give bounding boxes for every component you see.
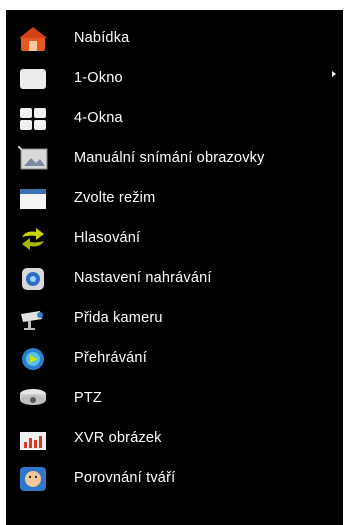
- home-icon: [18, 26, 48, 51]
- menu-item-label: 1-Okno: [74, 70, 123, 86]
- menu-item-label: Zvolte režim: [74, 190, 156, 206]
- menu-item-1-okno[interactable]: 1-Okno: [6, 58, 343, 98]
- mode-window-icon: [18, 186, 48, 210]
- menu-item-xvr-obrazek[interactable]: XVR obrázek: [6, 418, 343, 458]
- record-settings-icon: [18, 266, 48, 290]
- quad-window-icon: [18, 106, 48, 130]
- single-window-icon: [18, 66, 48, 90]
- rotation-arrows-icon: [18, 226, 48, 250]
- playback-icon: [18, 346, 48, 370]
- menu-item-manualni-snimani[interactable]: Manuální snímání obrazovky: [6, 138, 343, 178]
- face-compare-icon: [18, 466, 48, 491]
- menu-item-nabidka[interactable]: Nabídka: [6, 18, 343, 58]
- menu-item-label: Manuální snímání obrazovky: [74, 150, 265, 166]
- menu-item-label: XVR obrázek: [74, 430, 162, 446]
- menu-item-label: Přida kameru: [74, 310, 163, 326]
- menu-item-ptz[interactable]: PTZ: [6, 378, 343, 418]
- menu-item-label: Hlasování: [74, 230, 141, 246]
- menu-item-porovnani-tvari[interactable]: Porovnání tváří: [6, 458, 343, 498]
- screenshot-icon: [17, 145, 48, 170]
- menu-item-prehravani[interactable]: Přehrávání: [6, 338, 343, 378]
- context-menu: Nabídka 1-Okno 4-Okna Manuální snímání o…: [6, 10, 343, 525]
- menu-item-prida-kameru[interactable]: Přida kameru: [6, 298, 343, 338]
- menu-item-hlasovani[interactable]: Hlasování: [6, 218, 343, 258]
- ptz-camera-icon: [18, 386, 48, 410]
- menu-item-label: Nabídka: [74, 30, 130, 46]
- menu-item-zvolte-rezim[interactable]: Zvolte režim: [6, 178, 343, 218]
- menu-item-nastaveni-nahravani[interactable]: Nastavení nahrávání: [6, 258, 343, 298]
- bar-chart-icon: [18, 426, 48, 450]
- menu-item-label: Nastavení nahrávání: [74, 270, 212, 286]
- menu-item-label: 4-Okna: [74, 110, 123, 126]
- menu-item-4-okna[interactable]: 4-Okna: [6, 98, 343, 138]
- submenu-arrow-icon: [332, 71, 336, 77]
- menu-item-label: Porovnání tváří: [74, 470, 176, 486]
- camera-icon: [18, 306, 48, 330]
- menu-item-label: PTZ: [74, 390, 102, 406]
- menu-item-label: Přehrávání: [74, 350, 147, 366]
